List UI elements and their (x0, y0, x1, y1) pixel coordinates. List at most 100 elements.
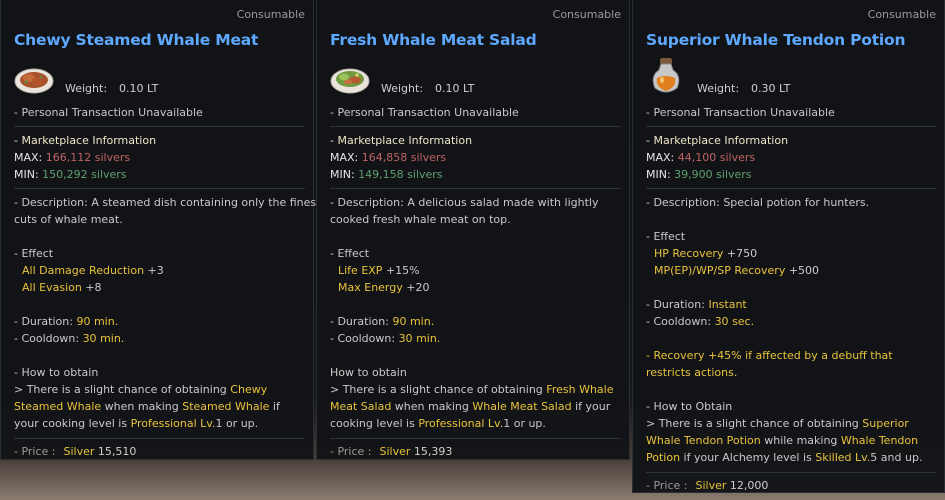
description-line: - Description: A steamed dish containing… (14, 196, 321, 209)
obtain-text: > There is a slight chance of obtaining … (646, 415, 936, 466)
effect-item: All Evasion +8 (14, 279, 305, 296)
obtain-text-part: or up. (222, 417, 259, 430)
item-weight: Weight: 0.30 LT (697, 82, 790, 95)
max-label: MAX: (14, 151, 43, 164)
weight-value: 0.10 LT (119, 82, 159, 95)
cooldown-label: - Cooldown: (14, 332, 80, 345)
description-line: - Description: A delicious salad made wi… (330, 196, 599, 209)
cooldown-row: - Cooldown: 30 sec. (646, 313, 936, 330)
obtain-level: Skilled Lv. (815, 451, 871, 464)
duration-unit: min. (93, 315, 119, 328)
effect-item: Max Energy +20 (330, 279, 621, 296)
transaction-note: - Personal Transaction Unavailable (14, 106, 203, 119)
steamed-meat-dish-icon (14, 62, 54, 96)
effect-name: All Damage Reduction (22, 264, 145, 277)
effect-name: Max Energy (338, 281, 403, 294)
weight-label: Weight: (381, 82, 424, 95)
effect-item: HP Recovery +750 (646, 245, 936, 262)
item-details: - Personal Transaction Unavailable - Mar… (646, 104, 936, 494)
effect-value: +15% (385, 264, 420, 277)
obtain-text-part: when making (391, 400, 473, 413)
price-currency: Silver (63, 445, 95, 458)
duration-row: - Duration: 90 min. (14, 313, 305, 330)
description-section: - Description: Special potion for hunter… (646, 188, 936, 466)
effect-item: Life EXP +15% (330, 262, 621, 279)
item-details: - Personal Transaction Unavailable - Mar… (330, 104, 621, 460)
cooldown-label: - Cooldown: (330, 332, 396, 345)
description-section: - Description: A steamed dish containing… (14, 188, 321, 432)
cooldown-row: - Cooldown: 30 min. (14, 330, 305, 347)
obtain-text-part: > There is a slight chance of obtaining (14, 383, 231, 396)
price-row: - Price : Silver 15,510 (14, 438, 305, 460)
duration-value: Instant (708, 298, 747, 311)
item-weight: Weight: 0.10 LT (381, 82, 474, 95)
effect-value: +500 (788, 264, 820, 277)
max-price-row: MAX: 164,858 silvers (330, 149, 621, 166)
obtain-text: > There is a slight chance of obtaining … (330, 381, 621, 432)
cooldown-value: 30 (398, 332, 413, 345)
effect-header: - Effect (330, 247, 370, 260)
max-price-row: MAX: 44,100 silvers (646, 149, 936, 166)
item-name: Superior Whale Tendon Potion (646, 31, 906, 49)
transaction-note: - Personal Transaction Unavailable (646, 106, 835, 119)
weight-label: Weight: (697, 82, 740, 95)
effect-value: +3 (147, 264, 164, 277)
obtain-text-part: or up. (510, 417, 546, 430)
item-tooltip-fresh-whale-meat-salad: Consumable Fresh Whale Meat Salad Weight… (316, 0, 630, 460)
transaction-note: - Personal Transaction Unavailable (330, 106, 519, 119)
effect-header: - Effect (646, 230, 686, 243)
min-price-row: MIN: 149,158 silvers (330, 166, 621, 183)
marketplace-section: - Marketplace Information MAX: 44,100 si… (646, 126, 936, 183)
description-line: cuts of whale meat. (14, 213, 123, 226)
effect-value: +8 (85, 281, 102, 294)
min-price-value: 149,158 silvers (358, 168, 443, 181)
item-weight: Weight: 0.10 LT (65, 82, 158, 95)
potion-bottle-icon (646, 58, 686, 96)
item-name: Fresh Whale Meat Salad (330, 31, 537, 49)
obtain-text-part: > There is a slight chance of obtaining (646, 417, 863, 430)
cooldown-unit: min. (100, 332, 125, 345)
min-price-value: 39,900 silvers (674, 168, 752, 181)
duration-unit: min. (409, 315, 435, 328)
item-details: - Personal Transaction Unavailable - Mar… (14, 104, 321, 460)
obtain-text-part: when making (101, 400, 183, 413)
marketplace-header: - Marketplace Information (14, 134, 157, 147)
description-line: - Description: Special potion for hunter… (646, 196, 870, 209)
weight-label: Weight: (65, 82, 108, 95)
effect-name: All Evasion (22, 281, 82, 294)
obtain-target: Whale Meat Salad (472, 400, 572, 413)
recovery-note: - Recovery +45% if affected by a debuff … (646, 349, 893, 379)
obtain-target: Steamed Whale (182, 400, 270, 413)
obtain-text: > There is a slight chance of obtaining … (14, 381, 305, 432)
effect-value: +20 (406, 281, 430, 294)
price-currency: Silver (379, 445, 411, 458)
cooldown-unit: sec. (732, 315, 755, 328)
cooldown-value: 30 (714, 315, 729, 328)
weight-value: 0.10 LT (435, 82, 475, 95)
obtain-header: - How to Obtain (646, 400, 733, 413)
duration-label: - Duration: (646, 298, 705, 311)
duration-label: - Duration: (330, 315, 389, 328)
max-price-value: 164,858 silvers (361, 151, 447, 164)
obtain-text-part: if your Alchemy level is (680, 451, 816, 464)
price-value: 12,000 (729, 479, 769, 492)
price-row: - Price : Silver 12,000 (646, 472, 936, 494)
price-value: 15,510 (97, 445, 137, 458)
marketplace-header: - Marketplace Information (330, 134, 473, 147)
item-category: Consumable (552, 8, 621, 21)
marketplace-section: - Marketplace Information MAX: 166,112 s… (14, 126, 305, 183)
max-label: MAX: (646, 151, 675, 164)
cooldown-unit: min. (416, 332, 441, 345)
min-price-row: MIN: 150,292 silvers (14, 166, 305, 183)
duration-row: - Duration: Instant (646, 296, 936, 313)
weight-value: 0.30 LT (751, 82, 791, 95)
item-tooltip-chewy-steamed-whale-meat: Consumable Chewy Steamed Whale Meat Weig… (0, 0, 321, 460)
item-name: Chewy Steamed Whale Meat (14, 31, 259, 49)
max-price-value: 44,100 silvers (677, 151, 756, 164)
duration-value: 90 (392, 315, 407, 328)
min-label: MIN: (330, 168, 355, 181)
cooldown-row: - Cooldown: 30 min. (330, 330, 621, 347)
obtain-level: Professional Lv. (418, 417, 504, 430)
duration-value: 90 (76, 315, 91, 328)
item-category: Consumable (867, 8, 936, 21)
